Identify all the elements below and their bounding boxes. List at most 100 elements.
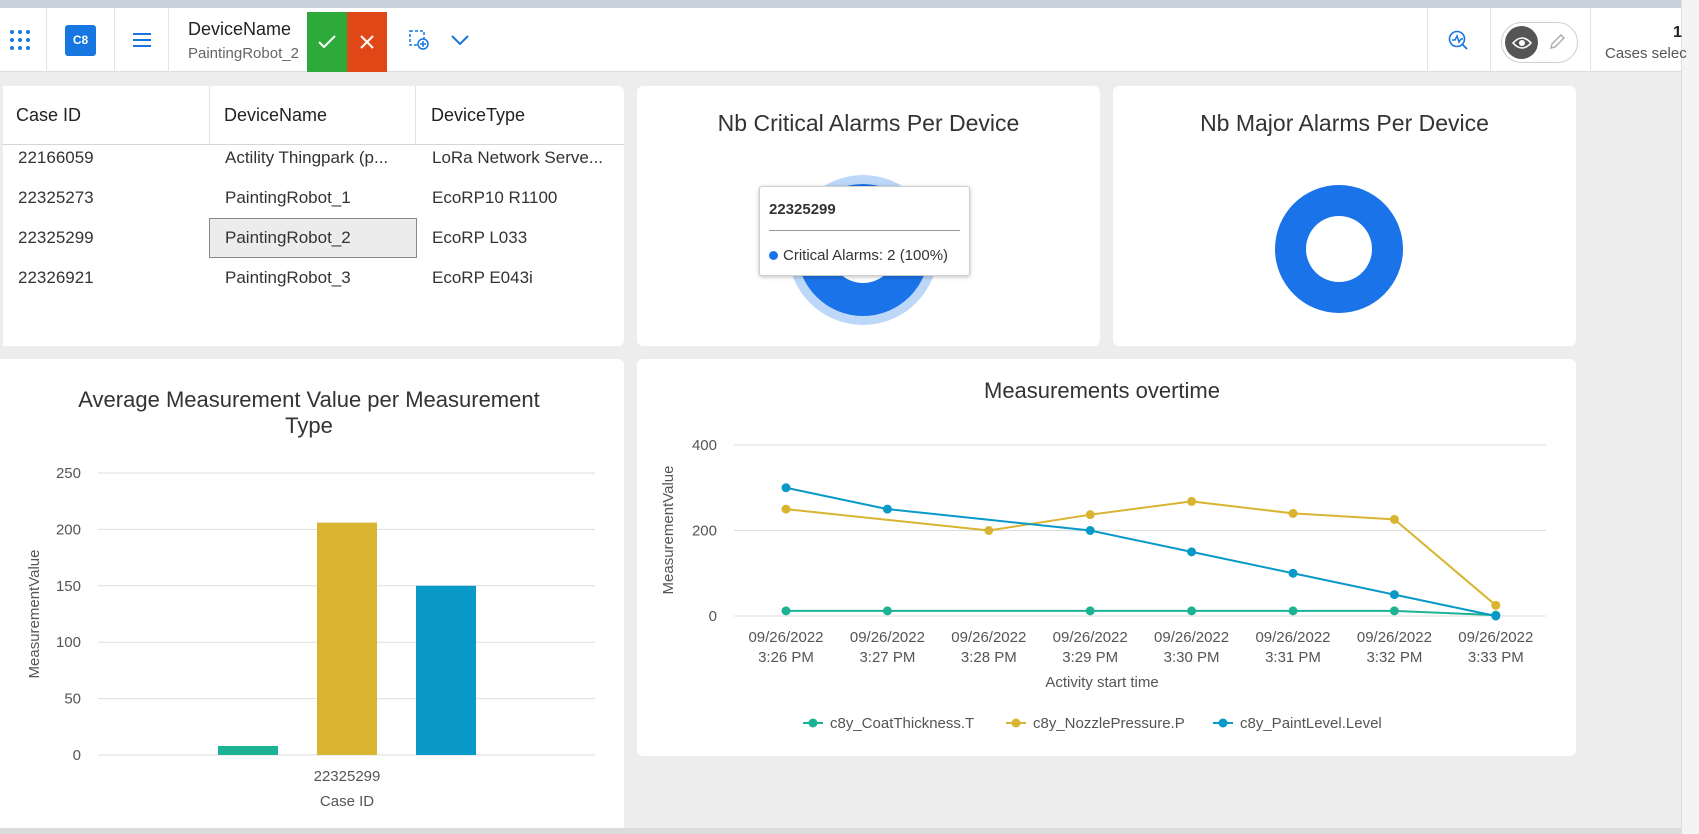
x-tick-label: 3:29 PM — [1062, 649, 1118, 666]
table-cell[interactable]: 22166059 — [18, 138, 203, 178]
chart-title: Average Measurement Value per Measuremen… — [78, 387, 539, 412]
data-point — [882, 606, 892, 616]
menu-icon[interactable] — [115, 8, 168, 72]
x-tick-label: 09/26/2022 — [1053, 629, 1128, 646]
accept-button[interactable] — [307, 12, 347, 72]
legend-swatch-dot — [1011, 718, 1021, 728]
x-tick-label: 09/26/2022 — [1255, 629, 1330, 646]
table-cell[interactable]: 22325299 — [18, 218, 203, 258]
x-tick-label: 3:28 PM — [961, 649, 1017, 666]
x-tick-label: 3:33 PM — [1468, 649, 1524, 666]
x-tick-label: 3:32 PM — [1366, 649, 1422, 666]
x-tick-label: 3:31 PM — [1265, 649, 1321, 666]
chart-tooltip: 22325299 Critical Alarms: 2 (100%) — [759, 186, 970, 276]
x-axis-label: Case ID — [320, 793, 374, 810]
bar — [416, 585, 476, 755]
data-point — [882, 504, 892, 514]
cases-selected-label: Cases selec — [1605, 45, 1687, 62]
browser-top-strip — [0, 0, 1699, 8]
average-measurement-panel: Average Measurement Value per Measuremen… — [0, 359, 624, 834]
table-cell[interactable]: PaintingRobot_3 — [225, 258, 410, 298]
y-tick-label: 150 — [56, 578, 81, 595]
divider — [1490, 8, 1491, 72]
x-tick-label: 09/26/2022 — [748, 629, 823, 646]
legend-swatch-dot — [808, 718, 818, 728]
app-logo[interactable]: C8 — [47, 8, 114, 72]
filter-value: PaintingRobot_2 — [188, 45, 299, 62]
legend-label: c8y_NozzlePressure.P — [1033, 715, 1185, 732]
measurements-overtime-panel: Measurements overtime 0 200 400 09/26/2022 3:… — [637, 359, 1576, 756]
filter-label: DeviceName — [188, 19, 292, 39]
data-point — [781, 483, 791, 493]
y-tick-label: 50 — [64, 691, 81, 708]
major-donut-chart[interactable] — [1113, 86, 1576, 346]
data-point — [781, 504, 791, 514]
table-cell-selected[interactable]: PaintingRobot_2 — [225, 218, 410, 258]
x-tick-label: 09/26/2022 — [1458, 629, 1533, 646]
y-axis-label: MeasurementValue — [660, 466, 677, 595]
series-line — [785, 486, 1497, 617]
chevron-down-icon[interactable] — [444, 8, 476, 72]
close-icon — [360, 35, 374, 49]
y-tick-label: 0 — [73, 747, 81, 764]
x-axis-label: Activity start time — [1045, 674, 1158, 691]
data-point — [1187, 606, 1197, 616]
table-cell[interactable]: 22326921 — [18, 258, 203, 298]
table-cell[interactable]: 22325273 — [18, 178, 203, 218]
table-cell[interactable]: EcoRP L033 — [432, 218, 618, 258]
x-tick-label: 09/26/2022 — [850, 629, 925, 646]
x-tick-label: 09/26/2022 — [951, 629, 1026, 646]
data-point — [1389, 590, 1399, 600]
major-alarms-panel: Nb Major Alarms Per Device — [1113, 86, 1576, 346]
data-point — [1085, 606, 1095, 616]
y-tick-label: 200 — [692, 523, 717, 540]
app-switcher-icon[interactable] — [0, 8, 40, 72]
legend-swatch-dot — [1218, 718, 1228, 728]
column-header-device-type[interactable]: DeviceType — [431, 86, 621, 144]
bar-chart[interactable]: Average Measurement Value per Measuremen… — [0, 359, 624, 834]
tooltip-series-dot — [769, 251, 778, 260]
x-tick-label: 3:26 PM — [758, 649, 814, 666]
insights-icon[interactable] — [1428, 8, 1488, 72]
y-tick-label: 200 — [56, 521, 81, 538]
column-header-device-name[interactable]: DeviceName — [224, 86, 414, 144]
table-cell[interactable]: EcoRP10 R1100 — [432, 178, 618, 218]
table-cell[interactable]: EcoRP E043i — [432, 258, 618, 298]
y-axis-label: MeasurementValue — [26, 550, 43, 679]
data-point — [1187, 547, 1197, 557]
right-scroll-strip[interactable] — [1681, 0, 1699, 834]
chart-title: Type — [285, 413, 333, 438]
x-tick-label: 3:27 PM — [859, 649, 915, 666]
cases-selected-count: 1 — [1673, 24, 1682, 41]
pencil-icon[interactable] — [1547, 32, 1567, 52]
data-point — [1491, 611, 1501, 621]
reject-button[interactable] — [347, 12, 387, 72]
x-tick-label: 22325299 — [314, 768, 381, 785]
tooltip-title: 22325299 — [769, 201, 836, 218]
line-chart[interactable]: Measurements overtime 0 200 400 09/26/2022 3:… — [637, 359, 1576, 756]
table-cell[interactable]: Actility Thingpark (p... — [225, 138, 410, 178]
y-tick-label: 0 — [709, 608, 717, 625]
tooltip-divider — [769, 230, 960, 231]
cases-table-panel: Case ID DeviceName DeviceType 22166059 A… — [3, 86, 624, 346]
app-badge: C8 — [65, 24, 96, 56]
donut-hole — [1306, 216, 1372, 282]
add-selection-icon[interactable] — [403, 8, 435, 72]
table-cell[interactable]: PaintingRobot_1 — [225, 178, 410, 218]
legend-label: c8y_PaintLevel.Level — [1240, 715, 1382, 732]
table-cell[interactable]: LoRa Network Serve... — [432, 138, 618, 178]
series-line — [785, 500, 1497, 607]
bar — [317, 522, 377, 755]
data-point — [1389, 606, 1399, 616]
x-tick-label: 09/26/2022 — [1357, 629, 1432, 646]
data-point — [1187, 496, 1197, 506]
column-header-case-id[interactable]: Case ID — [16, 86, 206, 144]
series-line — [786, 609, 1496, 617]
view-edit-toggle[interactable] — [1501, 22, 1578, 63]
data-point — [1288, 508, 1298, 518]
column-divider — [415, 86, 416, 144]
data-point — [1491, 600, 1501, 610]
data-point — [1389, 514, 1399, 524]
bar — [218, 745, 278, 755]
eye-icon[interactable] — [1505, 26, 1538, 59]
